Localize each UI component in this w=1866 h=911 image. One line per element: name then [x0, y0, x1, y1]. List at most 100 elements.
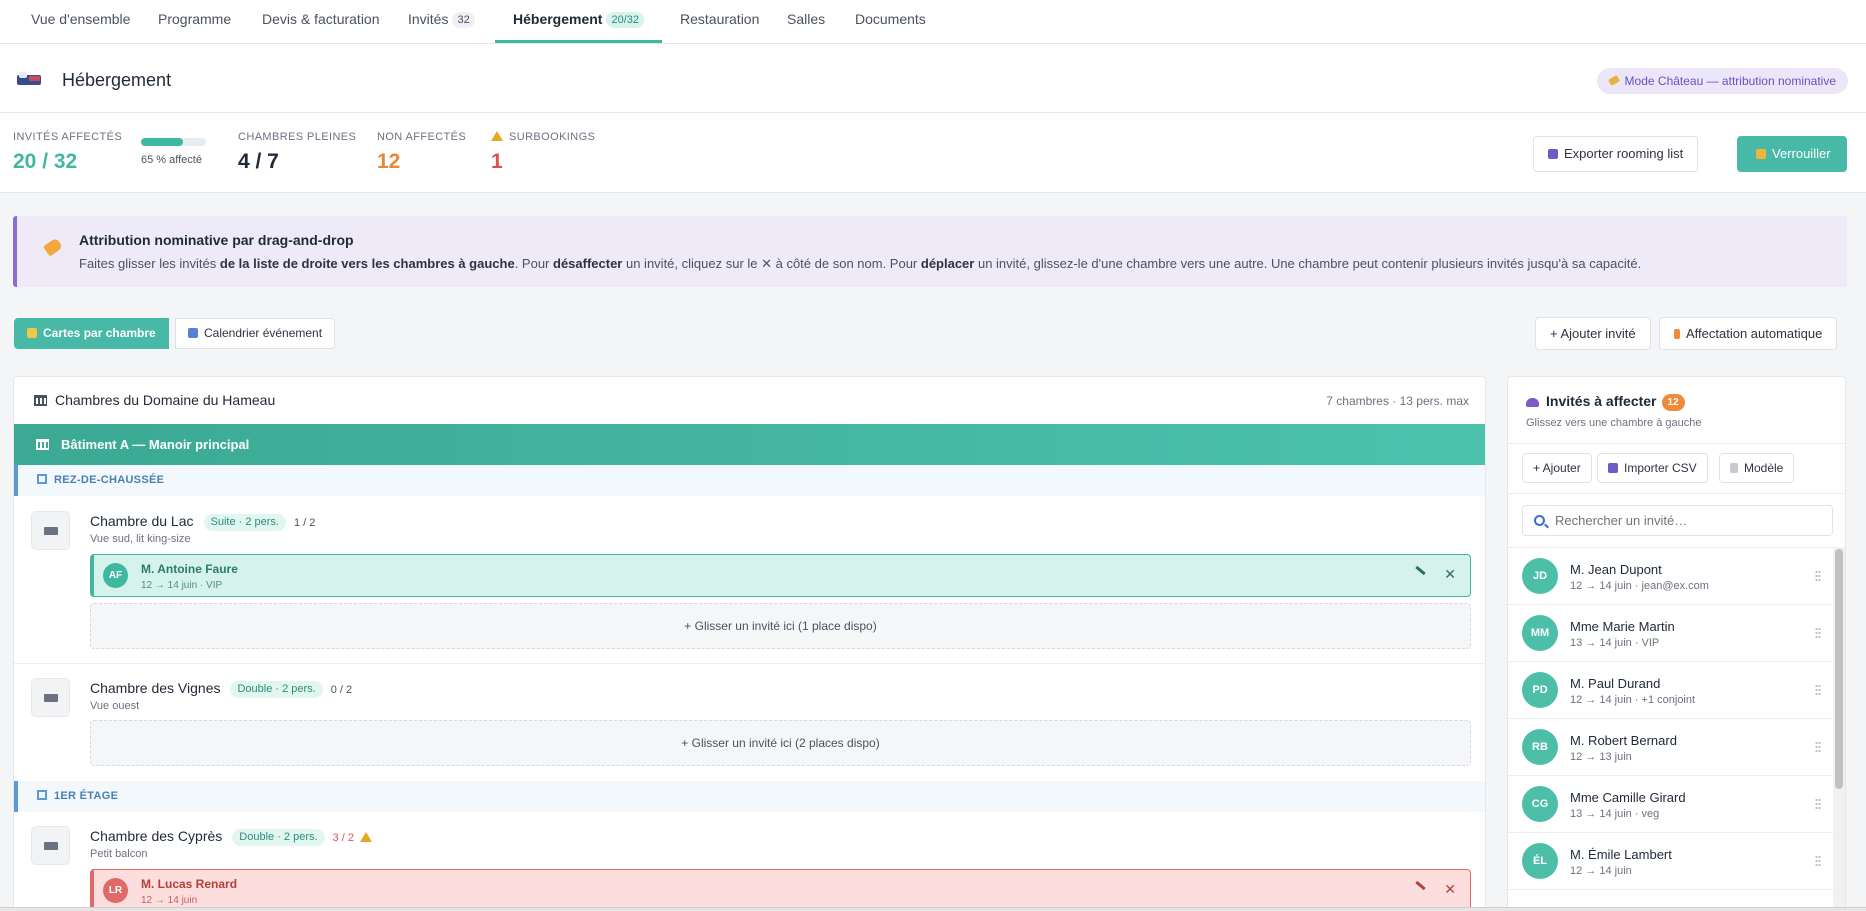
- avatar: MM: [1522, 615, 1558, 651]
- view-cards-button[interactable]: Cartes par chambre: [14, 318, 169, 349]
- floor-header-first: 1ER ÉTAGE: [14, 781, 1485, 812]
- tab-quotes-billing[interactable]: Devis & facturation: [262, 0, 380, 43]
- edit-icon[interactable]: [1415, 565, 1426, 576]
- banner-text-part: Faites glisser les invités: [79, 256, 220, 271]
- room-title: Chambre des Cyprès Double · 2 pers. 3 / 2: [90, 828, 378, 846]
- tab-documents[interactable]: Documents: [855, 0, 926, 43]
- folder-icon: [27, 328, 37, 338]
- import-csv-button[interactable]: Importer CSV: [1597, 453, 1708, 483]
- view-calendar-button[interactable]: Calendrier événement: [175, 318, 336, 349]
- drag-handle-icon[interactable]: [1815, 570, 1821, 582]
- guests-panel-title: Invités à affecter 12: [1526, 393, 1685, 411]
- tab-catering[interactable]: Restauration: [680, 0, 759, 43]
- tab-badge: 32: [452, 12, 475, 28]
- floor-icon: [37, 474, 47, 484]
- drag-handle-icon[interactable]: [1815, 741, 1821, 753]
- building-header[interactable]: Bâtiment A — Manoir principal: [14, 424, 1485, 465]
- tab-badge: 20/32: [606, 12, 644, 28]
- assigned-guest-card[interactable]: LR M. Lucas Renard 12 → 14 juin ✕: [90, 869, 1471, 910]
- list-item[interactable]: MM Mme Marie Martin 13 → 14 juin · VIP: [1508, 605, 1833, 662]
- guest-name: M. Robert Bernard: [1570, 733, 1677, 748]
- list-item[interactable]: CG Mme Camille Girard 13 → 14 juin · veg: [1508, 776, 1833, 833]
- drag-handle-icon[interactable]: [1815, 627, 1821, 639]
- room-icon: [31, 678, 70, 717]
- full-rooms-value: 4 / 7: [238, 150, 279, 173]
- stats-bar: INVITÉS AFFECTÉS 20 / 32 65 % affecté CH…: [0, 113, 1866, 193]
- tab-label: Invités: [408, 11, 449, 27]
- banner-text-part: un invité, glissez-le d'une chambre vers…: [974, 256, 1642, 271]
- tab-overview[interactable]: Vue d'ensemble: [31, 0, 130, 43]
- avatar: LR: [103, 878, 128, 903]
- tab-rooms[interactable]: Salles: [787, 0, 825, 43]
- avatar: PD: [1522, 672, 1558, 708]
- lightning-icon: [1674, 329, 1680, 339]
- tab-label: Programme: [158, 11, 232, 27]
- export-rooming-list-button[interactable]: Exporter rooming list: [1533, 136, 1699, 172]
- tab-label: Documents: [855, 11, 926, 27]
- drag-handle-icon[interactable]: [1815, 684, 1821, 696]
- template-button[interactable]: Modèle: [1719, 453, 1795, 483]
- room-title: Chambre des Vignes Double · 2 pers. 0 / 2: [90, 680, 352, 698]
- assigned-guest-card[interactable]: AF M. Antoine Faure 12 → 14 juin · VIP ✕: [90, 554, 1471, 597]
- guest-info: 12 → 14 juin: [141, 895, 198, 906]
- tab-guests[interactable]: Invités 32: [408, 0, 475, 43]
- banner-text-bold: désaffecter: [553, 256, 623, 271]
- avatar: JD: [1522, 558, 1558, 594]
- guest-drop-zone[interactable]: + Glisser un invité ici (1 place dispo): [90, 603, 1471, 649]
- guest-name: Mme Marie Martin: [1570, 619, 1675, 634]
- window-bottom-edge: [0, 907, 1866, 911]
- drag-handle-icon[interactable]: [1815, 855, 1821, 867]
- room-description: Petit balcon: [90, 848, 148, 860]
- add-guest-button[interactable]: + Ajouter invité: [1535, 317, 1651, 350]
- guests-panel-title-text: Invités à affecter: [1546, 393, 1657, 409]
- unassign-close-icon[interactable]: ✕: [1444, 566, 1456, 583]
- drag-handle-icon[interactable]: [1815, 798, 1821, 810]
- floor-label: 1ER ÉTAGE: [54, 790, 119, 802]
- scrollbar[interactable]: [1833, 547, 1845, 910]
- room-name: Chambre des Vignes: [90, 680, 221, 696]
- list-item[interactable]: PD M. Paul Durand 12 → 14 juin · +1 conjoi…: [1508, 662, 1833, 719]
- banner-title: Attribution nominative par drag-and-drop: [79, 232, 354, 248]
- warning-icon: [491, 131, 503, 141]
- rooms-panel-title: Chambres du Domaine du Hameau: [34, 392, 275, 408]
- mode-badge-label: Mode Château — attribution nominative: [1624, 74, 1836, 88]
- assigned-progress-bar: [141, 138, 206, 146]
- auto-assign-button[interactable]: Affectation automatique: [1659, 317, 1838, 350]
- floor-label: REZ-DE-CHAUSSÉE: [54, 474, 165, 486]
- avatar: ÉL: [1522, 843, 1558, 879]
- add-button[interactable]: + Ajouter: [1522, 453, 1592, 483]
- export-label: Exporter rooming list: [1564, 146, 1684, 161]
- list-item[interactable]: RB M. Robert Bernard 12 → 13 juin: [1508, 719, 1833, 776]
- room-icon: [31, 511, 70, 550]
- lock-button[interactable]: Verrouiller: [1737, 136, 1847, 172]
- scrollbar-thumb[interactable]: [1835, 549, 1843, 789]
- guest-info: 13 → 14 juin · veg: [1570, 808, 1660, 820]
- tab-accommodation[interactable]: Hébergement 20/32: [495, 0, 662, 43]
- banner-text: Faites glisser les invités de la liste d…: [79, 256, 1641, 272]
- tab-program[interactable]: Programme: [158, 0, 231, 43]
- banner-text-part: un invité, cliquez sur le ✕ à côté de so…: [622, 256, 921, 271]
- avatar: RB: [1522, 729, 1558, 765]
- overbooking-label-text: SURBOOKINGS: [509, 131, 596, 143]
- list-item[interactable]: JD M. Jean Dupont 12 → 14 juin · jean@ex.c…: [1508, 548, 1833, 605]
- guest-search-input[interactable]: [1522, 505, 1833, 536]
- floor-header-ground: REZ-DE-CHAUSSÉE: [14, 465, 1485, 496]
- unassign-close-icon[interactable]: ✕: [1444, 881, 1456, 898]
- room-icon: [31, 826, 70, 865]
- list-item[interactable]: ÉL M. Émile Lambert 12 → 14 juin: [1508, 833, 1833, 890]
- guest-info: 12 → 14 juin: [1570, 865, 1632, 877]
- building-name: Bâtiment A — Manoir principal: [61, 437, 250, 452]
- guest-name: M. Antoine Faure: [141, 562, 238, 576]
- divider: [1508, 493, 1845, 494]
- overbooking-value: 1: [491, 150, 503, 173]
- guest-info: 12 → 13 juin: [1570, 751, 1632, 763]
- view-cards-label: Cartes par chambre: [43, 326, 156, 340]
- guest-info: 12 → 14 juin · VIP: [141, 580, 223, 591]
- guest-drop-zone[interactable]: + Glisser un invité ici (2 places dispo): [90, 720, 1471, 766]
- floor-icon: [37, 790, 47, 800]
- edit-icon[interactable]: [1415, 880, 1426, 891]
- rooms-capacity-meta: 7 chambres · 13 pers. max: [1326, 394, 1469, 408]
- mode-badge: Mode Château — attribution nominative: [1596, 68, 1848, 94]
- info-banner: Attribution nominative par drag-and-drop…: [13, 216, 1847, 287]
- room-description: Vue ouest: [90, 700, 140, 712]
